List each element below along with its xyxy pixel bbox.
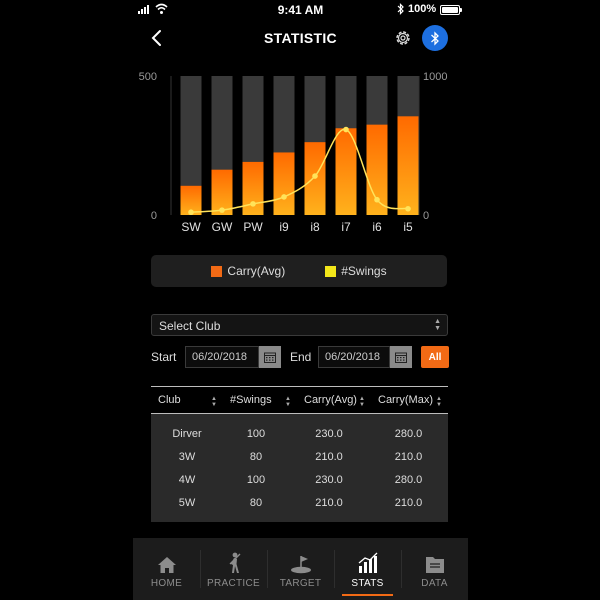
- calendar-icon: [264, 352, 276, 363]
- start-date-field[interactable]: 06/20/2018: [185, 346, 259, 368]
- bluetooth-icon: [431, 30, 439, 46]
- gear-icon[interactable]: [393, 28, 413, 48]
- club-select-value: Select Club: [159, 319, 221, 333]
- bluetooth-button[interactable]: [422, 25, 448, 51]
- home-icon: [157, 557, 176, 573]
- battery-icon: [440, 5, 462, 15]
- calendar-icon: [395, 352, 407, 363]
- end-label: End: [290, 350, 312, 364]
- legend-label-swings: #Swings: [341, 264, 387, 278]
- y-left-tick-label: 500: [139, 71, 157, 83]
- table-header: Club ▲ ▼ #Swings ▲ ▼ Carry(Avg) ▲ ▼ Carry(Max)…: [151, 386, 448, 414]
- swings-point-i9: [281, 194, 287, 200]
- x-tick-label: PW: [243, 220, 263, 234]
- x-tick-label: i7: [341, 220, 351, 234]
- chart-legend: Carry(Avg) #Swings: [151, 255, 447, 287]
- column-header-carry-avg[interactable]: Carry(Avg) ▲ ▼: [297, 387, 371, 413]
- x-tick-label: i9: [279, 220, 289, 234]
- legend-item-swings: #Swings: [325, 264, 387, 278]
- all-button[interactable]: All: [421, 346, 449, 368]
- page-title: STATISTIC: [264, 30, 337, 46]
- column-header-club[interactable]: Club ▲ ▼: [151, 387, 223, 413]
- sort-icon: ▲ ▼: [359, 396, 365, 408]
- y-right-tick-label: 1000: [423, 71, 447, 83]
- sort-icon: ▲ ▼: [285, 396, 291, 408]
- tab-label: TARGET: [279, 578, 322, 589]
- legend-swatch-swings: [325, 265, 337, 277]
- bar-carry-i9: [273, 152, 295, 215]
- x-tick-label: GW: [212, 220, 233, 234]
- tab-target[interactable]: TARGET: [267, 538, 334, 600]
- start-label: Start: [151, 350, 177, 364]
- club-select[interactable]: Select Club ▲ ▼: [151, 314, 448, 336]
- bluetooth-status-icon: [397, 3, 404, 15]
- swings-point-i7: [343, 126, 349, 133]
- bar-carry-i5: [397, 116, 419, 215]
- y-left-tick-label: 0: [151, 210, 157, 222]
- swings-point-GW: [219, 207, 225, 213]
- table-row[interactable]: 4W 100 230.0 280.0: [151, 468, 448, 491]
- table-row[interactable]: 3W 80 210.0 210.0: [151, 445, 448, 468]
- legend-item-carry: Carry(Avg): [211, 264, 285, 278]
- swings-point-i6: [374, 196, 380, 203]
- table-row[interactable]: 5W 80 210.0 210.0: [151, 491, 448, 514]
- legend-swatch-carry: [211, 265, 223, 277]
- table-row[interactable]: Dirver 100 230.0 280.0: [151, 422, 448, 445]
- combo-chart: 500 1000 0 0 SW GW PW i9 i8 i7 i6 i5: [139, 71, 448, 234]
- golfer-icon: [229, 552, 240, 573]
- stats-chart: 500 1000 0 0 SW GW PW i9 i8 i7 i6 i5: [133, 62, 468, 242]
- bar-carry-i7: [335, 128, 357, 215]
- sort-icon: ▲ ▼: [211, 396, 217, 408]
- x-tick-label: i5: [403, 220, 413, 234]
- tab-label: STATS: [351, 578, 384, 589]
- tab-practice[interactable]: PRACTICE: [200, 538, 267, 600]
- x-tick-label: i6: [372, 220, 382, 234]
- end-date-field[interactable]: 06/20/2018: [318, 346, 390, 368]
- app-screen: 9:41 AM 100% STATISTIC 500 1000 0 0 SW G…: [133, 0, 468, 600]
- sort-icon: ▲ ▼: [436, 396, 442, 408]
- end-calendar-button[interactable]: [390, 346, 412, 368]
- swings-point-SW: [188, 209, 194, 216]
- tab-label: HOME: [150, 578, 183, 589]
- tab-label: PRACTICE: [207, 578, 260, 589]
- start-calendar-button[interactable]: [259, 346, 281, 368]
- folder-icon: [425, 557, 444, 573]
- column-header-carry-max[interactable]: Carry(Max) ▲ ▼: [371, 387, 448, 413]
- header: STATISTIC: [133, 22, 468, 54]
- stats-table: Club ▲ ▼ #Swings ▲ ▼ Carry(Avg) ▲ ▼ Carry(Max)…: [151, 386, 448, 522]
- tab-bar: HOME PRACTICE TARGET STATS DATA: [133, 538, 468, 600]
- x-tick-label: i8: [310, 220, 320, 234]
- swings-point-i8: [312, 173, 318, 179]
- column-header-swings[interactable]: #Swings ▲ ▼: [223, 387, 297, 413]
- date-filter: Start 06/20/2018 End 06/20/2018 All: [151, 345, 451, 369]
- bar-chart-icon: [358, 552, 377, 573]
- battery-percent: 100%: [408, 3, 437, 15]
- legend-label-carry: Carry(Avg): [227, 264, 286, 278]
- select-arrows-icon: ▲ ▼: [434, 318, 441, 332]
- tab-label: DATA: [421, 578, 448, 589]
- y-right-tick-label: 0: [423, 210, 429, 222]
- tab-stats[interactable]: STATS: [334, 538, 401, 600]
- status-bar: 9:41 AM 100%: [133, 0, 468, 20]
- swings-point-PW: [250, 201, 256, 207]
- tab-home[interactable]: HOME: [133, 538, 200, 600]
- flag-icon: [290, 556, 311, 574]
- x-tick-label: SW: [181, 220, 201, 234]
- bar-carry-PW: [242, 161, 264, 215]
- table-body: Dirver 100 230.0 280.0 3W 80 210.0 210.0…: [151, 414, 448, 522]
- tab-data[interactable]: DATA: [401, 538, 468, 600]
- swings-point-i5: [405, 205, 411, 212]
